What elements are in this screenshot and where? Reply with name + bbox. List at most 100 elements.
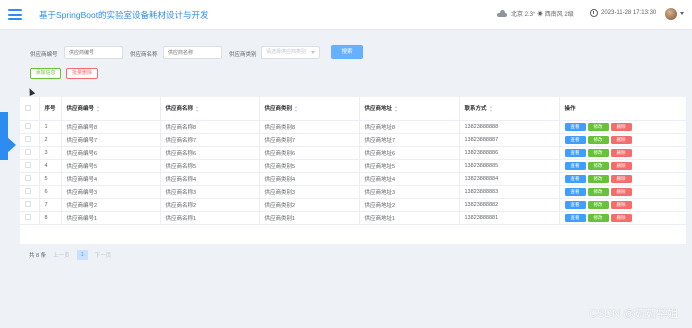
select-all-cell[interactable]	[20, 97, 40, 121]
supplier-name-input[interactable]	[163, 46, 222, 59]
row-checkbox-cell[interactable]	[20, 159, 40, 173]
row-checkbox[interactable]	[25, 201, 31, 208]
edit-button[interactable]: 修改	[587, 200, 609, 209]
page: 基于SpringBoot的实验室设备耗材设计与开发 北京 2.3° ☀ 西南风 …	[0, 0, 692, 328]
row-index: 7	[39, 198, 62, 212]
delete-button[interactable]: 删除	[610, 161, 632, 170]
column-header-address[interactable]: 供应商地址	[359, 97, 460, 121]
view-button[interactable]: 查看	[564, 161, 586, 170]
row-index: 5	[39, 172, 62, 186]
edit-button[interactable]: 修改	[587, 187, 609, 196]
table-row: 8 供应商编号1 供应商名称1 供应商类别1 供应商地址1 13823888881 查看 修改…	[20, 211, 687, 225]
delete-button[interactable]: 删除	[610, 174, 632, 183]
table-row: 1 供应商编号8 供应商名称8 供应商类别8 供应商地址8 13823888888 查看 修改…	[20, 120, 687, 134]
top-bar: 基于SpringBoot的实验室设备耗材设计与开发 北京 2.3° ☀ 西南风 …	[0, 0, 692, 30]
delete-button[interactable]: 删除	[610, 200, 632, 209]
menu-icon[interactable]	[8, 9, 22, 20]
row-checkbox[interactable]	[25, 136, 31, 143]
delete-button[interactable]: 删除	[610, 148, 632, 157]
view-button[interactable]: 查看	[564, 148, 586, 157]
view-button[interactable]: 查看	[564, 135, 586, 144]
supplier-code-label: 供应商编号	[30, 52, 58, 58]
sort-icon[interactable]	[295, 105, 298, 112]
sidebar-arrow-icon[interactable]	[6, 136, 16, 154]
delete-button[interactable]: 删除	[610, 135, 632, 144]
row-checkbox[interactable]	[25, 175, 31, 182]
view-button[interactable]: 查看	[564, 122, 586, 131]
edit-button[interactable]: 修改	[587, 135, 609, 144]
delete-button[interactable]: 删除	[610, 213, 632, 222]
row-checkbox[interactable]	[25, 162, 31, 169]
next-page-button[interactable]: 下一页	[95, 251, 112, 259]
row-supplier-address: 供应商地址8	[359, 120, 460, 134]
edit-button[interactable]: 修改	[587, 161, 609, 170]
row-supplier-address: 供应商地址3	[359, 185, 460, 199]
view-button[interactable]: 查看	[564, 213, 586, 222]
watermark: CSDN @茹茹学姐	[589, 308, 679, 320]
column-header-actions: 操作	[559, 97, 687, 121]
row-index: 4	[39, 159, 62, 173]
current-page-button[interactable]: 1	[76, 250, 88, 260]
supplier-code-input[interactable]	[64, 46, 123, 59]
row-supplier-code: 供应商编号4	[61, 172, 161, 186]
row-supplier-category: 供应商类别8	[259, 120, 360, 134]
sort-icon[interactable]	[489, 105, 493, 112]
weather-text: 北京 2.3° ☀ 西南风 2级	[511, 12, 574, 18]
column-header-code[interactable]: 供应商编号	[61, 97, 161, 121]
app-title: 基于SpringBoot的实验室设备耗材设计与开发	[39, 10, 209, 20]
clock-widget: 2023-11-28 17:13:30	[590, 9, 656, 17]
row-checkbox[interactable]	[25, 214, 31, 221]
edit-button[interactable]: 修改	[587, 122, 609, 131]
row-checkbox-cell[interactable]	[20, 172, 40, 186]
batch-delete-button[interactable]: 批量删除	[66, 68, 98, 79]
table-row: 7 供应商编号2 供应商名称2 供应商类别2 供应商地址2 13823888882 查看 修改…	[20, 198, 687, 212]
select-all-checkbox[interactable]	[25, 105, 31, 112]
edit-button[interactable]: 修改	[587, 174, 609, 183]
delete-button[interactable]: 删除	[610, 187, 632, 196]
row-supplier-code: 供应商编号6	[61, 146, 161, 160]
row-phone: 13823888884	[459, 172, 560, 186]
row-checkbox[interactable]	[25, 149, 31, 156]
row-supplier-code: 供应商编号8	[61, 120, 161, 134]
search-button[interactable]: 搜索	[331, 45, 363, 59]
row-checkbox-cell[interactable]	[20, 146, 40, 160]
view-button[interactable]: 查看	[564, 200, 586, 209]
column-header-name[interactable]: 供应商名称	[160, 97, 260, 121]
row-supplier-category: 供应商类别2	[259, 198, 360, 212]
table-row: 2 供应商编号7 供应商名称7 供应商类别7 供应商地址7 13823888887 查看 修改…	[20, 133, 687, 147]
add-button[interactable]: 添加信息	[30, 68, 61, 79]
row-index: 3	[39, 146, 62, 160]
row-phone: 13823888886	[459, 146, 560, 160]
row-actions: 查看 修改 删除	[559, 133, 687, 147]
edit-button[interactable]: 修改	[587, 148, 609, 157]
prev-page-button[interactable]: 上一页	[53, 251, 70, 259]
delete-button[interactable]: 删除	[610, 122, 632, 131]
row-checkbox-cell[interactable]	[20, 120, 40, 134]
avatar[interactable]	[665, 8, 677, 20]
column-header-phone[interactable]: 联系方式	[459, 97, 560, 121]
caret-down-icon[interactable]	[680, 12, 684, 15]
row-supplier-category: 供应商类别3	[259, 185, 360, 199]
row-checkbox[interactable]	[25, 188, 31, 195]
view-button[interactable]: 查看	[564, 187, 586, 196]
row-supplier-address: 供应商地址5	[359, 159, 460, 173]
row-phone: 13823888888	[459, 120, 560, 134]
sort-icon[interactable]	[196, 105, 199, 112]
sort-icon[interactable]	[395, 105, 398, 112]
sort-icon[interactable]	[97, 105, 100, 112]
cloud-icon	[497, 10, 507, 17]
row-supplier-name: 供应商名称7	[160, 133, 260, 147]
row-checkbox-cell[interactable]	[20, 185, 40, 199]
row-supplier-name: 供应商名称4	[160, 172, 260, 186]
row-checkbox-cell[interactable]	[20, 133, 40, 147]
row-phone: 13823888882	[459, 198, 560, 212]
row-actions: 查看 修改 删除	[559, 211, 687, 225]
row-checkbox[interactable]	[25, 123, 31, 130]
edit-button[interactable]: 修改	[587, 213, 609, 222]
row-checkbox-cell[interactable]	[20, 211, 40, 225]
supplier-category-select[interactable]: 请选择供应商类别	[261, 46, 320, 59]
column-header-category[interactable]: 供应商类别	[259, 97, 360, 121]
view-button[interactable]: 查看	[564, 174, 586, 183]
row-index: 1	[39, 120, 62, 134]
row-checkbox-cell[interactable]	[20, 198, 40, 212]
